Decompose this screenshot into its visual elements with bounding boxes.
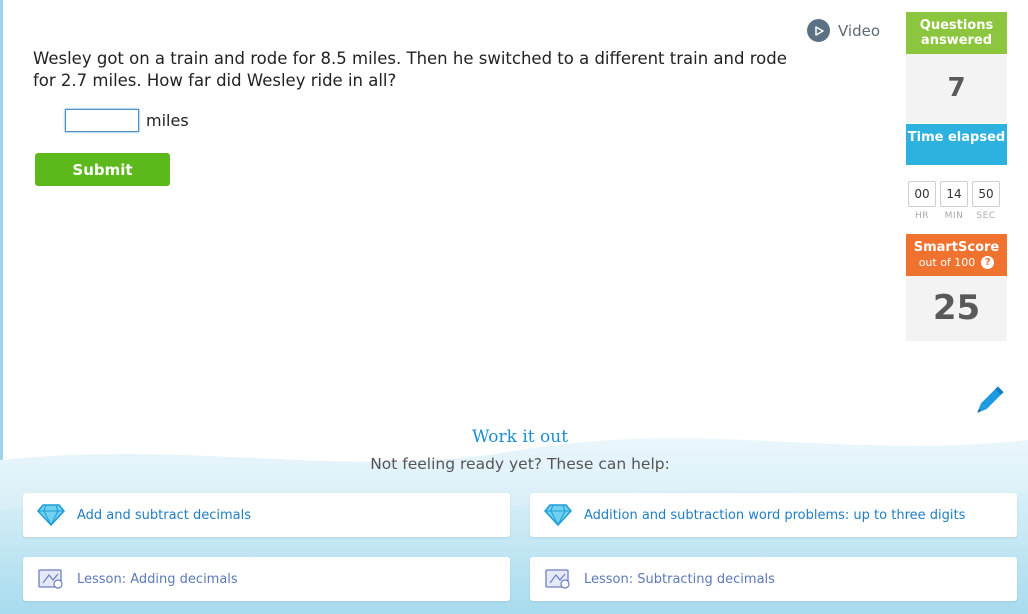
smartscore-value: 25	[906, 276, 1007, 341]
work-it-out-subtitle: Not feeling ready yet? These can help:	[370, 455, 670, 473]
timer-seconds: 50	[972, 181, 1000, 207]
lesson-card-subtracting-decimals[interactable]: Lesson: Subtracting decimals	[530, 557, 1017, 601]
answer-input[interactable]	[65, 109, 139, 132]
play-circle-icon	[807, 19, 830, 42]
work-it-out-title: Work it out	[471, 427, 569, 447]
lesson-icon	[37, 567, 65, 591]
help-icon[interactable]: ?	[981, 256, 995, 269]
smartscore-label: SmartScore	[913, 240, 1000, 255]
timer-hours-label: HR	[914, 211, 930, 221]
questions-answered-value: 7	[906, 54, 1007, 123]
time-elapsed-label: Time elapsed	[907, 130, 1006, 145]
question-text: Wesley got on a train and rode for 8.5 m…	[33, 49, 787, 90]
skill-card-add-subtract-decimals[interactable]: Add and subtract decimals	[23, 493, 510, 537]
answer-unit: miles	[146, 111, 189, 130]
timer-minutes: 14	[940, 181, 968, 207]
diamond-icon	[37, 503, 65, 527]
skill-card-label: Addition and subtraction word problems: …	[584, 507, 966, 523]
time-elapsed-header: Time elapsed	[906, 124, 1007, 165]
video-label: Video	[838, 21, 881, 40]
smartscore-header: SmartScore out of 100 ?	[906, 234, 1007, 276]
lesson-icon	[544, 567, 572, 591]
questions-answered-label: Questions answered	[919, 18, 994, 48]
questions-answered-header: Questions answered	[906, 12, 1007, 54]
smartscore-sub-label: out of 100	[918, 256, 976, 269]
timer-minutes-label: MIN	[944, 211, 964, 221]
smartscore-subtitle: out of 100 ?	[919, 255, 995, 270]
timer-hours: 00	[908, 181, 936, 207]
timer-labels: HR MIN SEC	[908, 211, 1000, 221]
skill-card-label: Add and subtract decimals	[77, 507, 251, 523]
diamond-icon	[544, 503, 572, 527]
submit-button[interactable]: Submit	[35, 153, 170, 186]
lesson-card-label: Lesson: Subtracting decimals	[584, 571, 775, 587]
lesson-card-adding-decimals[interactable]: Lesson: Adding decimals	[23, 557, 510, 601]
timer: 00 14 50	[908, 181, 1000, 207]
answer-row: miles	[65, 109, 189, 132]
video-link[interactable]: Video	[807, 19, 880, 42]
timer-seconds-label: SEC	[976, 211, 996, 221]
lesson-card-label: Lesson: Adding decimals	[77, 571, 238, 587]
skill-card-word-problems[interactable]: Addition and subtraction word problems: …	[530, 493, 1017, 537]
